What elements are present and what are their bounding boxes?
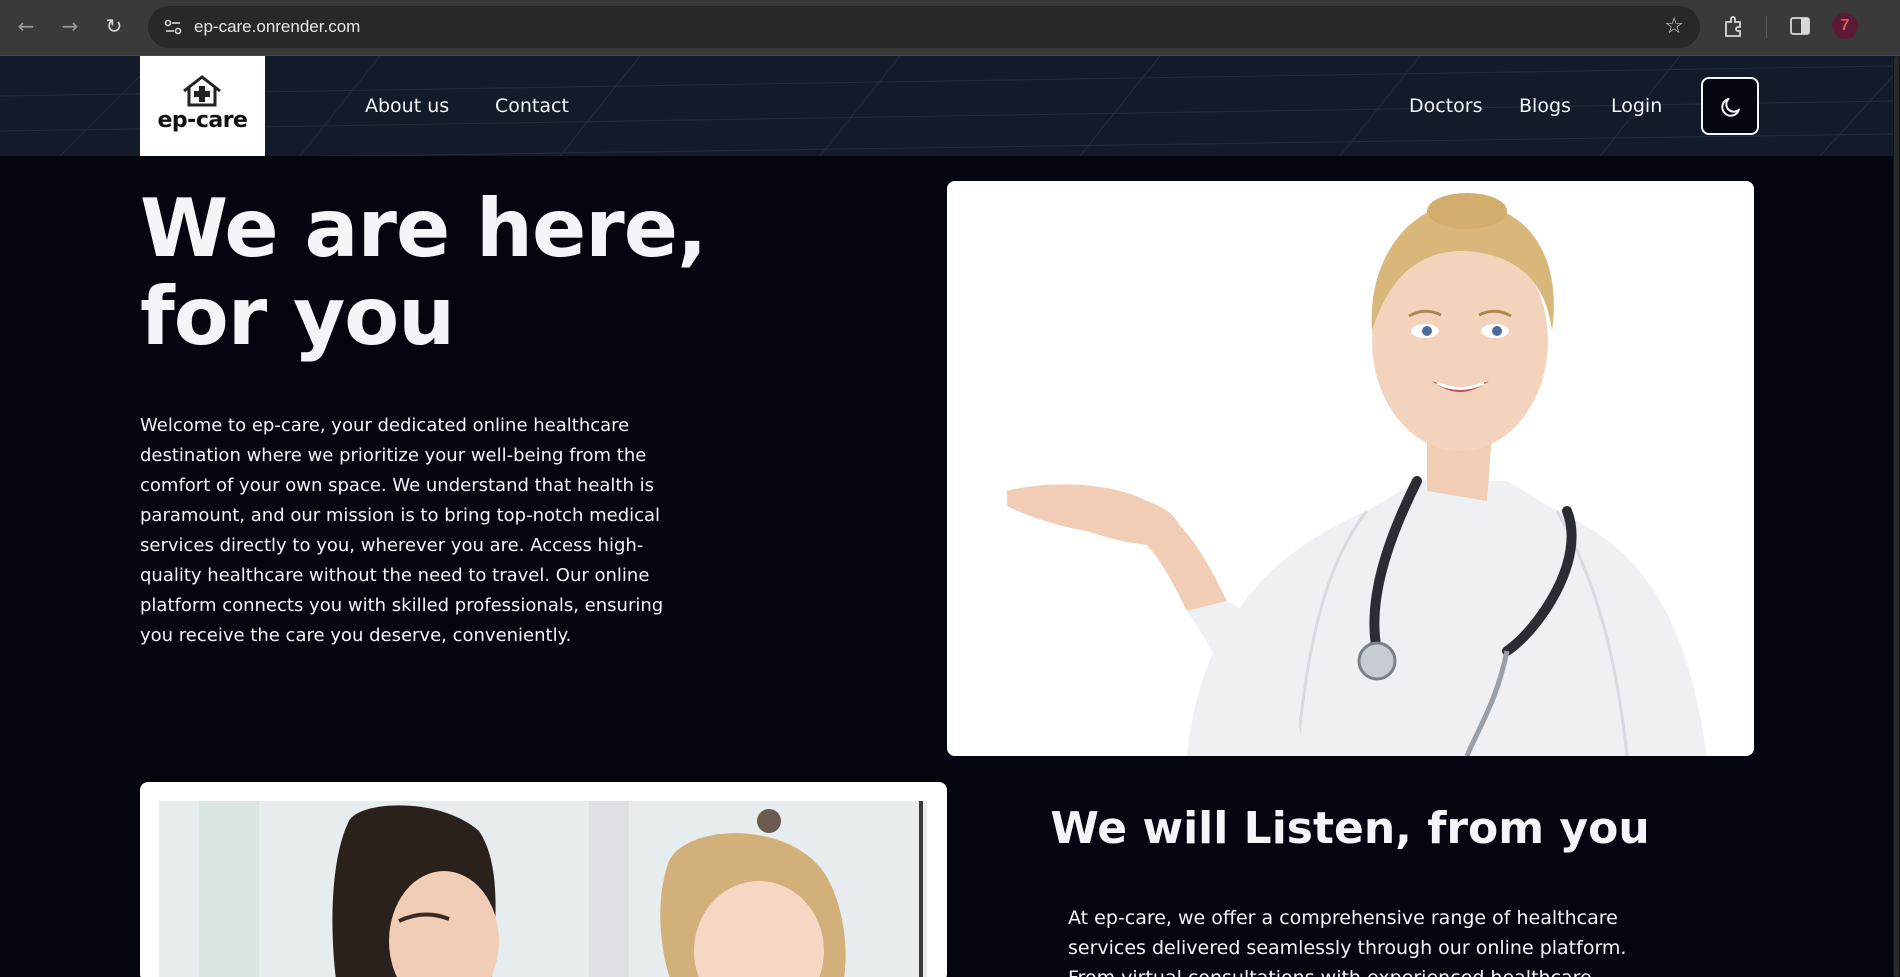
toolbar-separator: [1766, 16, 1767, 38]
doctor-child-photo: [159, 801, 927, 977]
extensions-icon[interactable]: [1721, 13, 1747, 39]
house-cross-icon: [183, 75, 221, 107]
site-logo[interactable]: ep-care: [140, 56, 265, 156]
nav-login[interactable]: Login: [1611, 95, 1662, 117]
theme-toggle-button[interactable]: [1701, 77, 1759, 135]
site-header: ep-care About us Contact Doctors Blogs L…: [0, 56, 1893, 156]
url-text[interactable]: ep-care.onrender.com: [194, 17, 360, 37]
hero-title-line-2: for you: [140, 270, 455, 363]
hero-title: We are here, for you: [140, 185, 780, 361]
header-background-pattern: [0, 56, 1893, 156]
section-paragraph: At ep-care, we offer a comprehensive ran…: [1068, 907, 1627, 977]
reload-icon[interactable]: ↻: [100, 12, 128, 40]
nav-blogs[interactable]: Blogs: [1519, 95, 1571, 117]
section-title-listen: We will Listen, from you: [1050, 803, 1650, 854]
doctor-illustration: [947, 181, 1754, 756]
doctor-hero-image: [947, 181, 1754, 756]
bookmark-star-icon[interactable]: ☆: [1664, 14, 1684, 39]
hero-title-line-1: We are here,: [140, 182, 707, 275]
nav-doctors[interactable]: Doctors: [1409, 95, 1483, 117]
nav-about-us[interactable]: About us: [365, 95, 449, 117]
moon-icon: [1721, 98, 1740, 117]
doctor-child-image: [140, 782, 947, 977]
scrollbar-thumb[interactable]: [1894, 56, 1899, 977]
back-icon[interactable]: ←: [12, 12, 40, 40]
profile-avatar[interactable]: 7: [1832, 13, 1858, 39]
nav-contact[interactable]: Contact: [495, 95, 569, 117]
logo-text: ep-care: [157, 108, 248, 133]
side-panel-icon[interactable]: [1787, 13, 1813, 39]
address-bar[interactable]: ep-care.onrender.com ☆: [148, 6, 1700, 48]
site-info-icon[interactable]: [162, 16, 184, 38]
hero-paragraph: Welcome to ep-care, your dedicated onlin…: [140, 415, 664, 646]
forward-icon[interactable]: →: [56, 12, 84, 40]
browser-toolbar: ← → ↻ ep-care.onrender.com ☆ 7: [0, 0, 1900, 56]
page-scrollbar[interactable]: [1893, 56, 1900, 977]
